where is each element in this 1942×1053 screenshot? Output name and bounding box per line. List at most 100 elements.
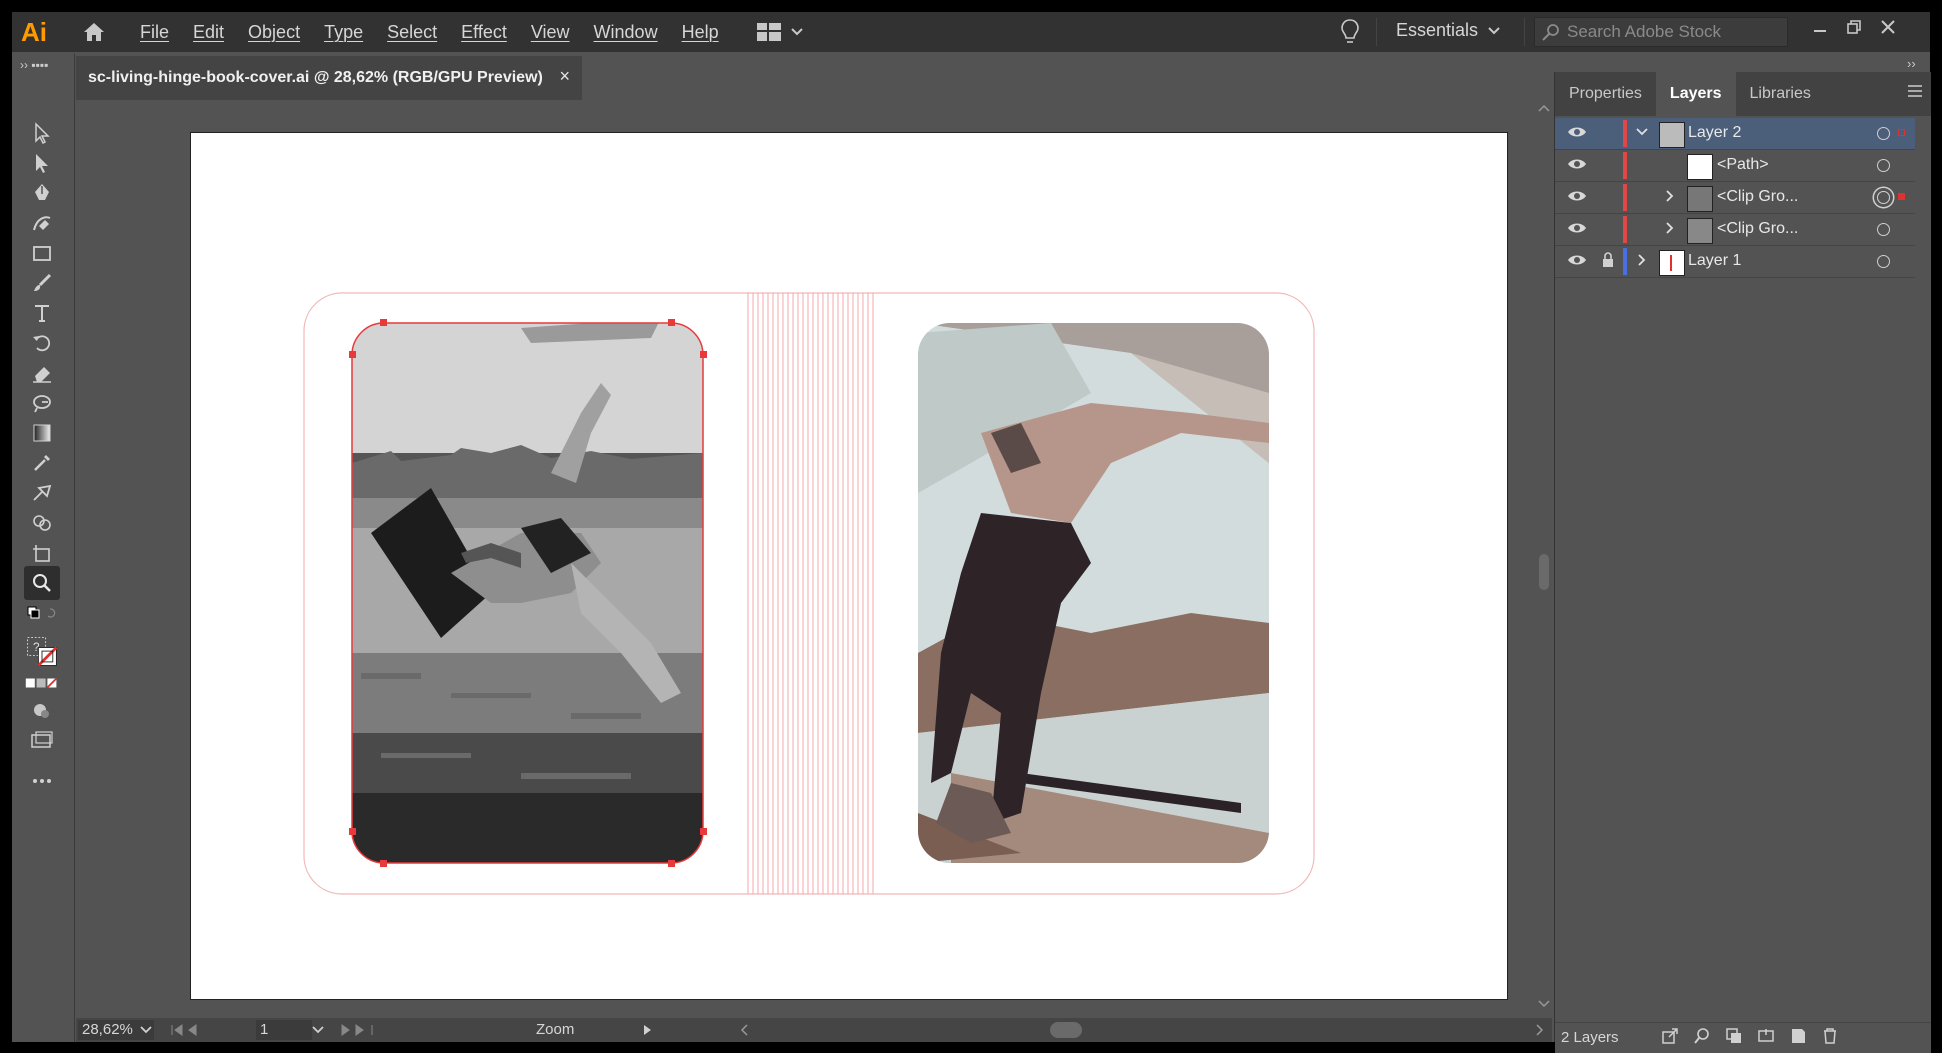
tab-layers[interactable]: Layers: [1655, 72, 1736, 116]
chevron-down-icon[interactable]: [312, 1026, 324, 1034]
tab-libraries[interactable]: Libraries: [1736, 72, 1825, 116]
first-prev-artboard-icons[interactable]: [170, 1023, 210, 1037]
workspace-dropdown[interactable]: Essentials: [1396, 20, 1500, 41]
canvas-area[interactable]: [76, 100, 1536, 1016]
minimize-icon[interactable]: [1812, 18, 1828, 41]
menu-select[interactable]: Select: [387, 22, 437, 43]
curvature-tool-icon[interactable]: [24, 206, 60, 240]
menu-edit[interactable]: Edit: [193, 22, 224, 43]
eye-icon[interactable]: [1567, 253, 1587, 267]
eye-icon[interactable]: [1567, 157, 1587, 171]
workspace-layout-switcher[interactable]: [756, 23, 803, 41]
direct-selection-tool-icon[interactable]: [24, 146, 60, 180]
artboard[interactable]: [190, 132, 1508, 1000]
scroll-up-icon[interactable]: [1538, 104, 1550, 112]
rectangle-tool-icon[interactable]: [24, 236, 60, 270]
export-icon[interactable]: [1661, 1027, 1679, 1045]
eyedropper-tool-icon[interactable]: [24, 446, 60, 480]
lock-icon[interactable]: [1601, 252, 1615, 268]
target-icon[interactable]: [1877, 191, 1890, 204]
eye-icon[interactable]: [1567, 125, 1587, 139]
panel-menu-icon[interactable]: [1907, 84, 1923, 103]
scroll-right-icon[interactable]: [1536, 1024, 1544, 1036]
status-menu-arrow-icon[interactable]: [642, 1024, 652, 1036]
menu-object[interactable]: Object: [248, 22, 300, 43]
scroll-down-icon[interactable]: [1538, 1000, 1550, 1008]
type-tool-icon[interactable]: [24, 296, 60, 330]
layer-row-layer-2[interactable]: Layer 2: [1555, 118, 1915, 150]
shape-builder-tool-icon[interactable]: [24, 506, 60, 540]
more-tools-icon[interactable]: [24, 764, 60, 798]
layer-row-path[interactable]: <Path>: [1555, 150, 1915, 182]
chevron-right-icon[interactable]: [1663, 221, 1677, 235]
home-icon[interactable]: [72, 12, 116, 52]
layer-row-layer-1[interactable]: Layer 1: [1555, 246, 1915, 278]
target-icon[interactable]: [1877, 159, 1890, 172]
artboard-tool-icon[interactable]: [24, 536, 60, 570]
blend-tool-icon[interactable]: [24, 476, 60, 510]
gradient-tool-icon[interactable]: [24, 416, 60, 450]
close-tab-icon[interactable]: ×: [559, 66, 570, 87]
layer-name[interactable]: <Path>: [1717, 156, 1769, 174]
search-stock-field[interactable]: Search Adobe Stock: [1534, 17, 1788, 47]
right-photo-skateboarder: [918, 323, 1269, 863]
document-tab[interactable]: sc-living-hinge-book-cover.ai @ 28,62% (…: [76, 56, 582, 100]
next-last-artboard-icons[interactable]: [338, 1023, 378, 1037]
selection-indicator[interactable]: [1898, 129, 1905, 136]
bulb-icon[interactable]: [1340, 18, 1360, 51]
layer-name[interactable]: <Clip Gro...: [1717, 220, 1798, 238]
menubar-divider: [1376, 18, 1377, 46]
selection-tool-icon[interactable]: [24, 116, 60, 150]
toolbar-grip-icon[interactable]: ›› ▪▪▪▪: [20, 58, 48, 72]
target-icon[interactable]: [1877, 127, 1890, 140]
target-icon[interactable]: [1877, 223, 1890, 236]
eye-icon[interactable]: [1567, 221, 1587, 235]
clipping-mask-icon[interactable]: [1725, 1027, 1743, 1045]
layer-row-clip-group[interactable]: <Clip Gro...: [1555, 182, 1915, 214]
fill-stroke-swatch[interactable]: ?: [24, 632, 60, 672]
menu-effect[interactable]: Effect: [461, 22, 507, 43]
menu-type[interactable]: Type: [324, 22, 363, 43]
collapse-panels-icon[interactable]: ››: [1907, 56, 1916, 71]
rotate-tool-icon[interactable]: [24, 326, 60, 360]
default-fill-stroke-icon[interactable]: [24, 602, 60, 624]
scroll-left-icon[interactable]: [740, 1024, 748, 1036]
color-mode-icons[interactable]: [24, 674, 60, 692]
vertical-scrollbar[interactable]: [1536, 100, 1552, 1016]
close-icon[interactable]: [1880, 18, 1896, 41]
selection-indicator[interactable]: [1898, 193, 1905, 200]
layer-name[interactable]: <Clip Gro...: [1717, 188, 1798, 206]
vertical-scroll-thumb[interactable]: [1539, 554, 1549, 590]
panel-tabs: Properties Layers Libraries: [1555, 72, 1931, 116]
chevron-down-icon[interactable]: [140, 1026, 152, 1034]
menu-window[interactable]: Window: [594, 22, 658, 43]
trash-icon[interactable]: [1821, 1027, 1839, 1045]
paintbrush-tool-icon[interactable]: [24, 266, 60, 300]
zoom-tool-icon[interactable]: [24, 566, 60, 600]
chevron-down-icon[interactable]: [1635, 125, 1649, 139]
menu-help[interactable]: Help: [682, 22, 719, 43]
horizontal-scrollbar[interactable]: [736, 1018, 1552, 1042]
new-layer-icon[interactable]: [1789, 1027, 1807, 1045]
chevron-right-icon[interactable]: [1635, 253, 1649, 267]
menu-view[interactable]: View: [531, 22, 570, 43]
chevron-right-icon[interactable]: [1663, 189, 1677, 203]
screen-mode-icon[interactable]: [24, 724, 60, 758]
layer-name[interactable]: Layer 2: [1688, 124, 1741, 142]
pen-tool-icon[interactable]: [24, 176, 60, 210]
target-icon[interactable]: [1877, 255, 1890, 268]
tab-properties[interactable]: Properties: [1555, 72, 1656, 116]
layer-row-clip-group[interactable]: <Clip Gro...: [1555, 214, 1915, 246]
eraser-tool-icon[interactable]: [24, 356, 60, 390]
layer-name[interactable]: Layer 1: [1688, 252, 1741, 270]
locate-object-icon[interactable]: [1693, 1027, 1711, 1045]
width-tool-icon[interactable]: [24, 386, 60, 420]
artboard-number-field[interactable]: 1: [256, 1020, 312, 1040]
new-sublayer-icon[interactable]: [1757, 1027, 1775, 1045]
layer-color-bar: [1623, 248, 1627, 275]
restore-icon[interactable]: [1846, 18, 1862, 41]
menu-file[interactable]: File: [140, 22, 169, 43]
drawing-mode-icon[interactable]: [24, 694, 60, 728]
horizontal-scroll-thumb[interactable]: [1050, 1022, 1082, 1038]
eye-icon[interactable]: [1567, 189, 1587, 203]
